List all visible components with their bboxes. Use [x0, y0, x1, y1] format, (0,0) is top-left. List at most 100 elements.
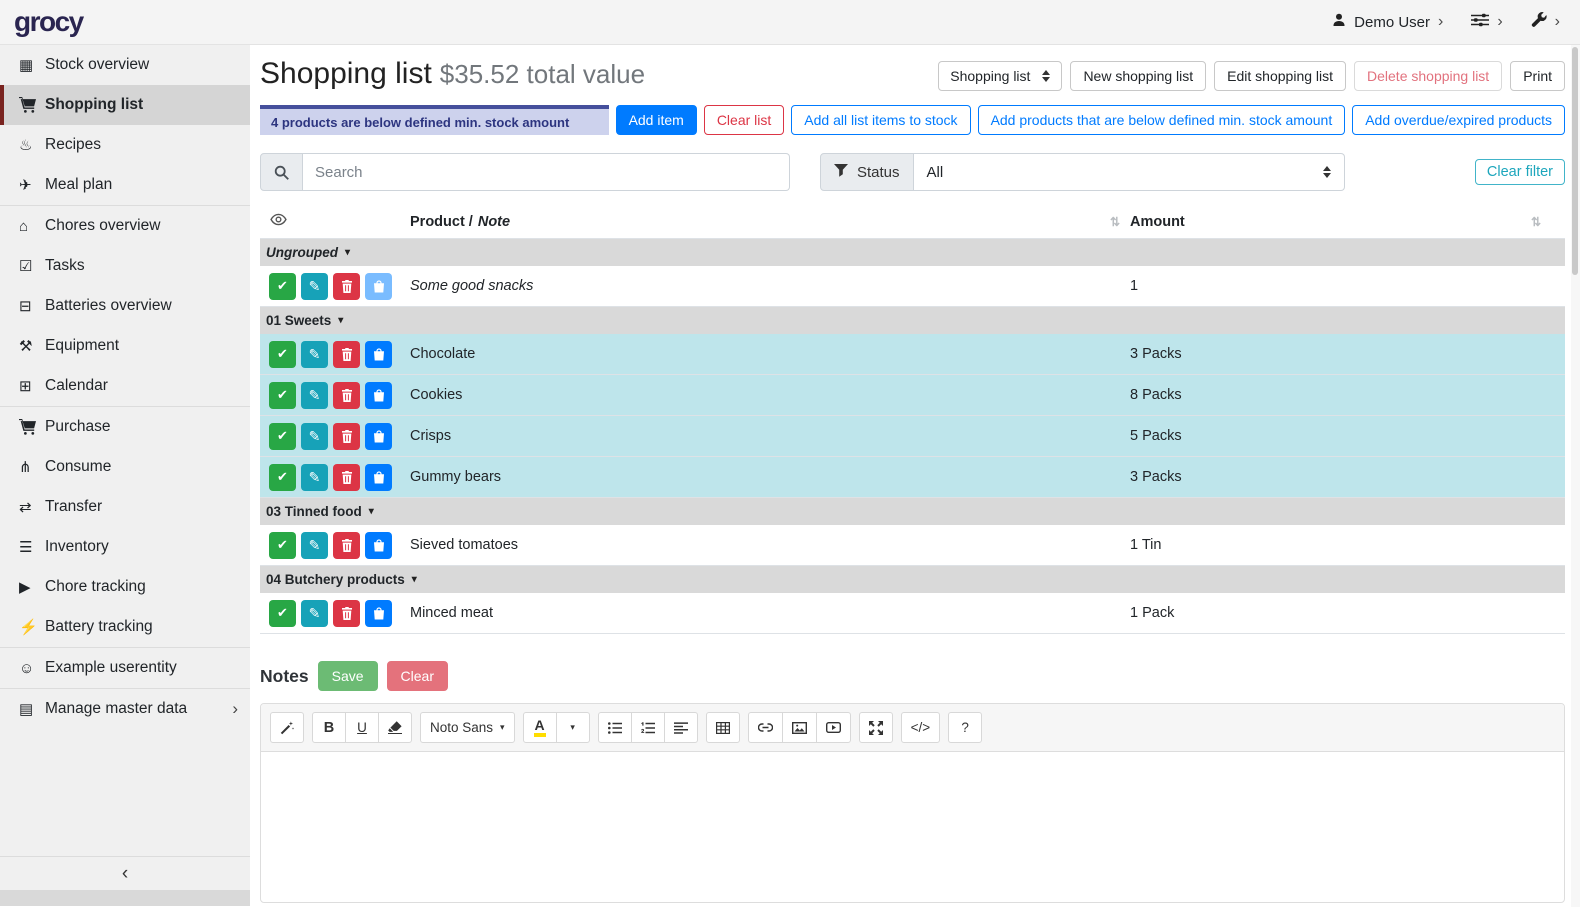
- edit-item-button[interactable]: ✎: [301, 382, 328, 409]
- wrench-icon: [1531, 12, 1547, 32]
- shopping-list-select[interactable]: Shopping list: [938, 61, 1062, 91]
- sidebar-item-tasks[interactable]: ☑ Tasks: [0, 246, 250, 286]
- sidebar-item-calendar[interactable]: ⊞ Calendar: [0, 366, 250, 406]
- delete-item-button[interactable]: [333, 600, 360, 627]
- mark-done-button[interactable]: ✔: [269, 423, 296, 450]
- grocy-logo[interactable]: grocy: [14, 6, 83, 38]
- add-to-stock-button[interactable]: [365, 382, 392, 409]
- edit-shopping-list-button[interactable]: Edit shopping list: [1214, 61, 1346, 91]
- sidebar-item-shopping-list[interactable]: Shopping list: [0, 85, 250, 125]
- product-column-header[interactable]: Product / Note ⇅: [410, 214, 1130, 230]
- add-to-stock-button[interactable]: [365, 600, 392, 627]
- sidebar-item-stock-overview[interactable]: ▦ Stock overview: [0, 45, 250, 85]
- fullscreen-button[interactable]: [859, 712, 893, 743]
- edit-item-button[interactable]: ✎: [301, 273, 328, 300]
- sidebar-item-consume[interactable]: ⋔ Consume: [0, 447, 250, 487]
- sidebar-item-equipment[interactable]: ⚒ Equipment: [0, 326, 250, 366]
- edit-item-button[interactable]: ✎: [301, 423, 328, 450]
- delete-item-button[interactable]: [333, 532, 360, 559]
- add-item-button[interactable]: Add item: [616, 105, 697, 135]
- ordered-list-button[interactable]: [631, 712, 665, 743]
- bold-button[interactable]: B: [312, 712, 346, 743]
- insert-table-button[interactable]: [706, 712, 740, 743]
- visibility-column-header[interactable]: [260, 213, 410, 230]
- sidebar-item-example-userentity[interactable]: ☺ Example userentity: [0, 648, 250, 688]
- mark-done-button[interactable]: ✔: [269, 600, 296, 627]
- mark-done-button[interactable]: ✔: [269, 464, 296, 491]
- add-all-to-stock-button[interactable]: Add all list items to stock: [791, 105, 970, 135]
- sort-icon[interactable]: ⇅: [1110, 215, 1130, 229]
- mark-done-button[interactable]: ✔: [269, 341, 296, 368]
- edit-item-button[interactable]: ✎: [301, 464, 328, 491]
- clear-filter-button[interactable]: Clear filter: [1475, 159, 1565, 185]
- underline-button[interactable]: U: [345, 712, 379, 743]
- add-to-stock-button[interactable]: [365, 341, 392, 368]
- font-family-select[interactable]: Noto Sans ▾: [420, 712, 515, 743]
- delete-item-button[interactable]: [333, 423, 360, 450]
- sidebar-collapse-button[interactable]: ‹: [0, 856, 250, 890]
- amount-column-header[interactable]: Amount ⇅: [1130, 214, 1565, 230]
- user-menu[interactable]: Demo User ›: [1332, 13, 1443, 31]
- sidebar-item-manage-master-data[interactable]: ▤ Manage master data ›: [0, 689, 250, 729]
- admin-menu[interactable]: ›: [1531, 12, 1560, 32]
- sidebar-item-transfer[interactable]: ⇄ Transfer: [0, 487, 250, 527]
- eraser-button[interactable]: [378, 712, 412, 743]
- sort-icon[interactable]: ⇅: [1531, 215, 1551, 229]
- sidebar-item-inventory[interactable]: ☰ Inventory: [0, 527, 250, 567]
- group-header-tinned-food[interactable]: 03 Tinned food ▾: [260, 498, 1565, 525]
- text-color-button[interactable]: A: [523, 712, 557, 743]
- item-product: Cookies: [410, 387, 1130, 403]
- add-overdue-button[interactable]: Add overdue/expired products: [1352, 105, 1565, 135]
- clear-notes-button[interactable]: Clear: [387, 661, 448, 691]
- delete-item-button[interactable]: [333, 341, 360, 368]
- delete-item-button[interactable]: [333, 382, 360, 409]
- group-header-ungrouped[interactable]: Ungrouped ▾: [260, 239, 1565, 266]
- unordered-list-button[interactable]: [598, 712, 632, 743]
- text-color-caret-button[interactable]: ▾: [556, 712, 590, 743]
- table-row: ✔ ✎ Sieved tomatoes 1 Tin: [260, 525, 1565, 566]
- mark-done-button[interactable]: ✔: [269, 273, 296, 300]
- settings-menu[interactable]: ›: [1471, 13, 1502, 31]
- mark-done-button[interactable]: ✔: [269, 382, 296, 409]
- search-input[interactable]: [303, 153, 790, 191]
- add-to-stock-button[interactable]: [365, 464, 392, 491]
- delete-item-button[interactable]: [333, 273, 360, 300]
- insert-link-button[interactable]: [748, 712, 783, 743]
- status-select[interactable]: All: [914, 153, 1345, 191]
- sidebar-item-chore-tracking[interactable]: ▶ Chore tracking: [0, 567, 250, 607]
- paragraph-style-button[interactable]: [664, 712, 698, 743]
- sidebar-item-battery-tracking[interactable]: ⚡ Battery tracking: [0, 607, 250, 647]
- search-group: [260, 153, 790, 191]
- sidebar-item-chores-overview[interactable]: ⌂ Chores overview: [0, 206, 250, 246]
- delete-shopping-list-button[interactable]: Delete shopping list: [1354, 61, 1502, 91]
- add-to-stock-button[interactable]: [365, 423, 392, 450]
- add-below-min-stock-button[interactable]: Add products that are below defined min.…: [978, 105, 1346, 135]
- min-stock-alert[interactable]: 4 products are below defined min. stock …: [260, 105, 609, 135]
- sidebar-item-purchase[interactable]: Purchase: [0, 407, 250, 447]
- add-to-stock-button[interactable]: [365, 532, 392, 559]
- new-shopping-list-button[interactable]: New shopping list: [1070, 61, 1206, 91]
- edit-item-button[interactable]: ✎: [301, 532, 328, 559]
- mark-done-button[interactable]: ✔: [269, 532, 296, 559]
- help-button[interactable]: ?: [948, 712, 982, 743]
- insert-picture-button[interactable]: [782, 712, 817, 743]
- status-filter-group: Status All: [820, 153, 1345, 191]
- scrollbar-thumb[interactable]: [1572, 47, 1578, 275]
- sidebar-item-recipes[interactable]: ♨ Recipes: [0, 125, 250, 165]
- delete-item-button[interactable]: [333, 464, 360, 491]
- save-notes-button[interactable]: Save: [318, 661, 378, 691]
- group-header-sweets[interactable]: 01 Sweets ▾: [260, 307, 1565, 334]
- sidebar-item-batteries-overview[interactable]: ⊟ Batteries overview: [0, 286, 250, 326]
- magic-wand-button[interactable]: [270, 712, 304, 743]
- code-view-button[interactable]: </>: [901, 712, 941, 743]
- edit-item-button[interactable]: ✎: [301, 341, 328, 368]
- edit-item-button[interactable]: ✎: [301, 600, 328, 627]
- print-button[interactable]: Print: [1510, 61, 1565, 91]
- sidebar-item-meal-plan[interactable]: ✈ Meal plan: [0, 165, 250, 205]
- page-scrollbar[interactable]: [1571, 45, 1580, 907]
- group-header-butchery-products[interactable]: 04 Butchery products ▾: [260, 566, 1565, 593]
- clear-list-button[interactable]: Clear list: [704, 105, 784, 135]
- insert-video-button[interactable]: [816, 712, 851, 743]
- notes-editor-area[interactable]: [261, 752, 1564, 902]
- add-to-stock-button[interactable]: [365, 273, 392, 300]
